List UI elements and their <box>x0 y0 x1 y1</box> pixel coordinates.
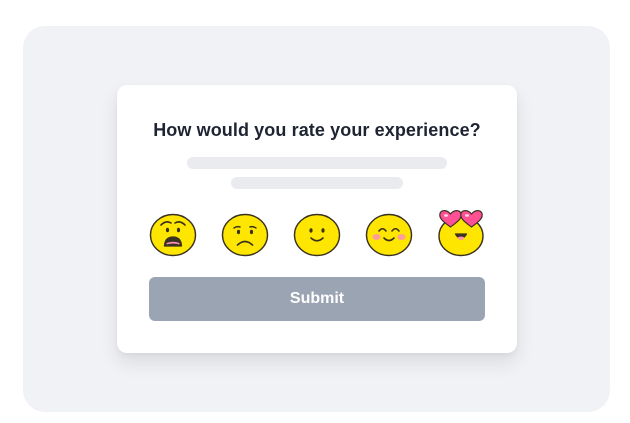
rating-option-sad[interactable] <box>219 205 271 261</box>
rating-options <box>117 205 517 263</box>
rating-option-love[interactable] <box>435 205 487 261</box>
rating-option-happy[interactable] <box>363 205 415 261</box>
smiling-face-with-blush-icon <box>365 213 413 257</box>
rating-option-neutral[interactable] <box>291 205 343 261</box>
rating-option-worried[interactable] <box>147 205 199 261</box>
rating-card: How would you rate your experience? Subm… <box>117 85 517 353</box>
placeholder-text-line <box>187 157 447 169</box>
heart-eyes-face-icon <box>438 210 484 257</box>
worried-face-icon <box>149 213 197 257</box>
placeholder-text-line <box>231 177 403 189</box>
slightly-smiling-face-icon <box>293 213 341 257</box>
rating-question: How would you rate your experience? <box>153 120 481 140</box>
frowning-face-icon <box>221 213 269 257</box>
submit-button[interactable]: Submit <box>149 277 485 321</box>
